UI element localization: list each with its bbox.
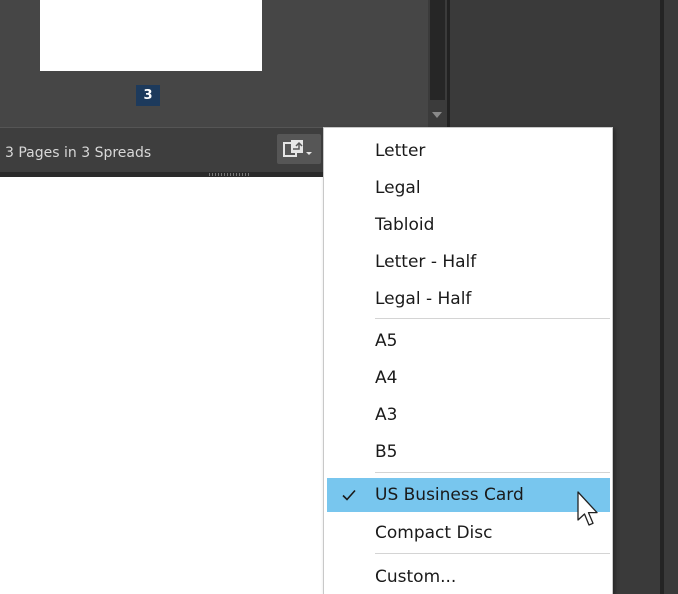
chevron-down-icon[interactable]: [432, 112, 442, 118]
menu-item-letter-half[interactable]: Letter - Half: [327, 245, 610, 279]
mouse-pointer-icon: [577, 491, 598, 526]
page-size-menu: Letter Legal Tabloid Letter - Half Legal…: [323, 127, 613, 594]
edit-page-size-button[interactable]: [277, 134, 321, 164]
menu-item-compact-disc[interactable]: Compact Disc: [327, 516, 610, 550]
menu-item-a3[interactable]: A3: [327, 398, 610, 432]
menu-separator: [375, 318, 610, 319]
page-number-label: 3: [136, 85, 160, 106]
menu-item-tabloid[interactable]: Tabloid: [327, 208, 610, 242]
menu-item-a5[interactable]: A5: [327, 324, 610, 358]
resize-grip[interactable]: [209, 173, 249, 176]
menu-item-b5[interactable]: B5: [327, 435, 610, 469]
menu-item-us-business-card[interactable]: US Business Card: [327, 478, 610, 512]
menu-item-legal-half[interactable]: Legal - Half: [327, 282, 610, 316]
page-thumbnail[interactable]: [40, 0, 262, 71]
menu-item-custom[interactable]: Custom...: [327, 560, 610, 594]
scrollbar-thumb[interactable]: [430, 0, 445, 100]
menu-item-letter[interactable]: Letter: [327, 134, 610, 168]
menu-separator: [375, 553, 610, 554]
menu-separator: [375, 472, 610, 473]
page-size-icon: [283, 140, 312, 157]
menu-item-label: US Business Card: [375, 485, 524, 505]
page-count-status: 3 Pages in 3 Spreads: [5, 145, 152, 161]
menu-item-a4[interactable]: A4: [327, 361, 610, 395]
far-right-panel: [664, 0, 678, 594]
menu-item-legal[interactable]: Legal: [327, 171, 610, 205]
document-canvas: [0, 177, 323, 594]
checkmark-icon: [342, 489, 356, 501]
pages-panel: 3: [0, 0, 428, 127]
